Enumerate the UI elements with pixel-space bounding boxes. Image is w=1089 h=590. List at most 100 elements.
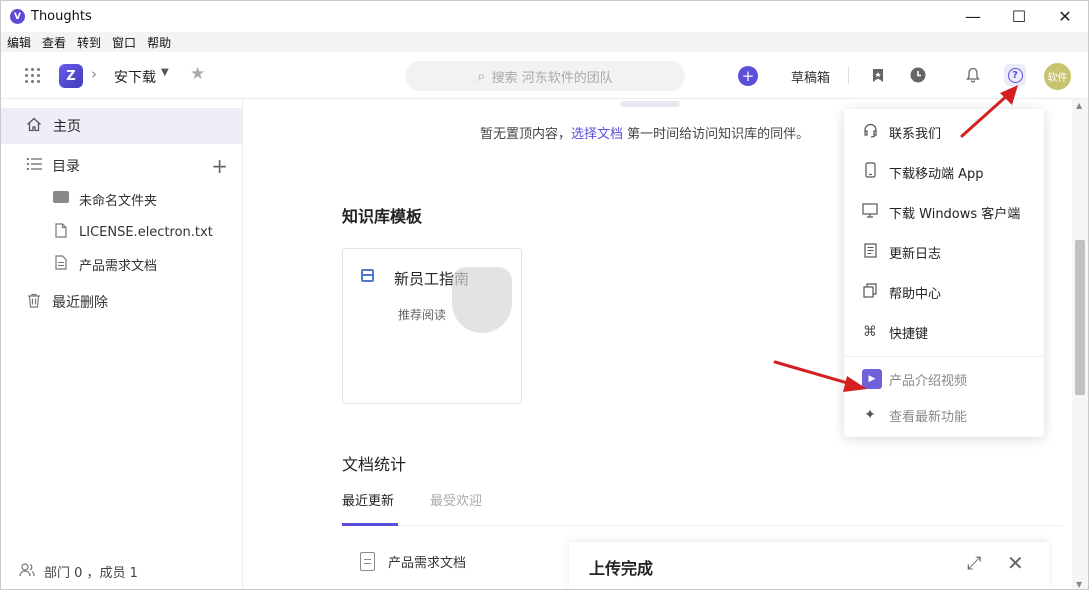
members-count: 部门 0 ，成员 1 [44,566,138,581]
tree-item-label: LICENSE.electron.txt [79,224,213,240]
tab-divider [342,525,1062,526]
menu-view[interactable]: 查看 [42,34,66,51]
chevron-down-icon[interactable]: ▼ [161,67,169,78]
pin-hint: 暂无置顶内容，选择文档 第一时间给访问知识库的同伴。 [480,123,809,142]
menu-bar: 编辑 查看 转到 窗口 帮助 [1,32,1088,52]
sidebar: 主页 目录 + 未命名文件夹 LICENSE.electron.txt 产品需求… [1,99,243,589]
template-subtitle: 推荐阅读 [398,308,447,322]
sidebar-item-home[interactable]: 主页 [1,108,242,144]
star-icon[interactable]: ★ [190,64,205,84]
space-name[interactable]: 安下载 [114,67,156,87]
scroll-up-icon[interactable]: ▲ [1076,101,1082,110]
menu-item-label: 查看最新功能 [889,409,968,425]
menu-item-label: 产品介绍视频 [889,373,968,389]
file-icon [53,254,69,274]
search-icon: ⌕ [477,67,486,85]
scrollbar[interactable]: ▲ ▼ [1072,99,1088,589]
menu-divider [844,356,1044,357]
sidebar-item-trash[interactable]: 最近删除 [1,284,242,320]
close-button[interactable]: ✕ [1042,1,1088,32]
list-item[interactable]: 产品需求文档 [342,541,562,581]
watermark [452,267,612,337]
trash-icon [26,293,42,312]
menu-window[interactable]: 窗口 [112,34,136,51]
phone-icon [862,162,878,182]
tree-item-label: 产品需求文档 [79,258,158,274]
menu-goto[interactable]: 转到 [77,34,101,51]
menu-item-label: 快捷键 [889,326,929,342]
add-item-icon[interactable]: + [211,154,228,178]
menu-item-label: 下载 Windows 客户端 [889,206,1021,222]
sidebar-item-label: 最近删除 [52,295,108,311]
search-input[interactable]: ⌕ 搜索 河东软件的团队 [405,61,685,91]
select-doc-link[interactable]: 选择文档 [571,127,623,142]
tab-recent-updates[interactable]: 最近更新 [342,490,394,509]
bookmark-icon[interactable] [868,65,888,85]
active-tab-indicator [342,523,398,526]
file-icon [53,222,69,242]
headset-icon [862,123,878,142]
avatar[interactable]: 软件 [1044,63,1071,90]
minimize-button[interactable]: — [950,1,996,32]
help-dropdown-menu: 联系我们 下载移动端 App 下载 Windows 客户端 更新日志 帮助中心 [844,109,1044,437]
menu-item-contact-us[interactable]: 联系我们 [844,114,1044,150]
tree-item-file[interactable]: LICENSE.electron.txt [1,217,242,247]
menu-edit[interactable]: 编辑 [7,34,31,51]
command-icon: ⌘ [863,324,877,340]
sidebar-item-label: 目录 [52,159,80,175]
menu-item-label: 联系我们 [889,126,942,142]
menu-item-label: 帮助中心 [889,286,942,302]
pin-hint-text-suffix: 第一时间给访问知识库的同伴。 [623,127,810,142]
sparkle-icon: ✦ [864,407,876,423]
app-header: Z › 安下载 ▼ ★ ⌕ 搜索 河东软件的团队 + 草稿箱 ? 软件 [1,52,1088,99]
templates-section-title: 知识库模板 [342,207,423,226]
changelog-icon [862,242,878,262]
template-icon [361,269,374,282]
monitor-icon [862,202,878,222]
tab-most-popular[interactable]: 最受欢迎 [430,490,482,509]
stats-section-title: 文档统计 [342,455,407,474]
members-summary[interactable]: 部门 0 ，成员 1 [19,562,138,581]
header-divider [848,67,849,84]
tree-item-folder[interactable]: 未命名文件夹 [1,184,242,214]
sidebar-item-catalog[interactable]: 目录 + [1,148,242,184]
help-icon[interactable]: ? [1004,64,1026,86]
chevron-right-icon: › [91,65,97,83]
menu-item-download-app[interactable]: 下载移动端 App [844,154,1044,190]
app-logo-icon: V [10,9,25,24]
menu-item-whats-new[interactable]: ✦ 查看最新功能 [844,397,1044,433]
close-icon[interactable]: ✕ [1007,551,1024,575]
video-icon: ▶ [862,369,882,389]
upload-toast: 上传完成 ⤢ ✕ [569,542,1049,589]
toast-title: 上传完成 [589,559,654,578]
apps-grid-icon[interactable] [25,68,40,83]
clock-icon[interactable] [908,65,928,85]
menu-item-intro-video[interactable]: ▶ 产品介绍视频 [844,361,1044,397]
menu-item-shortcuts[interactable]: ⌘ 快捷键 [844,314,1044,350]
bell-icon[interactable] [963,65,983,85]
menu-item-help-center[interactable]: 帮助中心 [844,274,1044,310]
drafts-button[interactable]: 草稿箱 [791,67,830,86]
menu-item-changelog[interactable]: 更新日志 [844,234,1044,270]
scroll-down-icon[interactable]: ▼ [1076,580,1082,589]
plus-icon[interactable]: + [738,66,758,86]
scrollbar-thumb[interactable] [1075,240,1085,395]
window-title: Thoughts [31,9,92,24]
copy-icon [862,282,878,302]
menu-item-download-windows[interactable]: 下载 Windows 客户端 [844,194,1044,230]
search-placeholder: 搜索 河东软件的团队 [491,70,613,86]
list-icon [26,158,42,174]
pin-hint-text: 暂无置顶内容， [480,127,572,142]
expand-icon[interactable]: ⤢ [967,553,981,574]
space-logo-icon[interactable]: Z [59,64,83,88]
maximize-button[interactable]: ☐ [996,1,1042,32]
shield-icon [452,267,512,333]
folder-icon [53,191,69,207]
home-icon [26,117,42,136]
members-icon [19,562,35,581]
pinned-placeholder [620,101,680,107]
tree-item-doc[interactable]: 产品需求文档 [1,249,242,279]
menu-help[interactable]: 帮助 [147,34,171,51]
file-icon [360,551,375,571]
sidebar-item-label: 主页 [53,119,81,135]
